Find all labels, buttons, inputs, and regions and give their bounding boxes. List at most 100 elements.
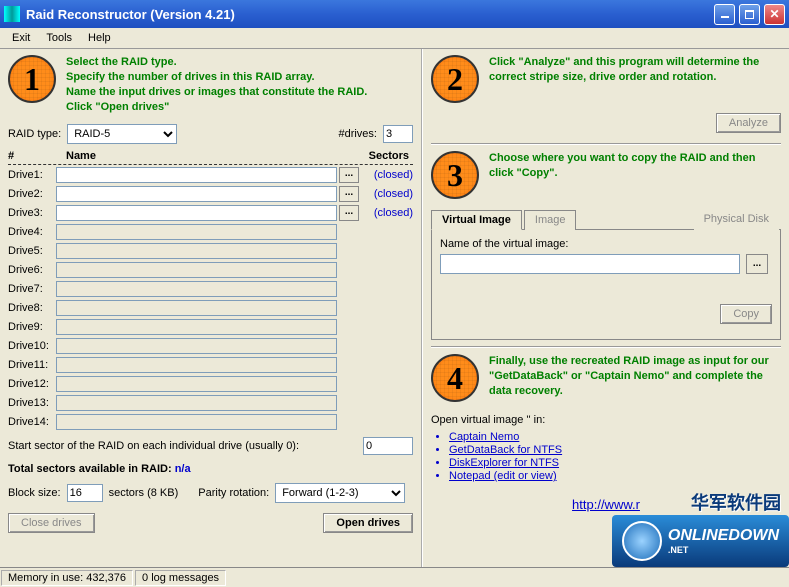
drive-label: Drive13: (8, 397, 54, 409)
drive-path-input (56, 262, 337, 278)
drive-row: Drive13:... (8, 393, 413, 412)
start-sector-label: Start sector of the RAID on each individ… (8, 440, 357, 452)
drive-row: Drive3:...(closed) (8, 203, 413, 222)
drive-label: Drive1: (8, 169, 54, 181)
step-1-icon: 1 (8, 55, 56, 103)
website-link[interactable]: http://www.r (572, 497, 640, 512)
drive-path-input (56, 376, 337, 392)
drive-label: Drive3: (8, 207, 54, 219)
drive-row: Drive9:... (8, 317, 413, 336)
step-4-icon: 4 (431, 354, 479, 402)
drive-path-input (56, 357, 337, 373)
drive-row: Drive8:... (8, 298, 413, 317)
window-title: Raid Reconstructor (Version 4.21) (26, 7, 714, 22)
block-size-input[interactable] (67, 484, 103, 502)
tab-image[interactable]: Image (524, 210, 577, 230)
block-size-suffix: sectors (8 KB) (109, 487, 179, 499)
drive-path-input (56, 281, 337, 297)
drive-label: Drive4: (8, 226, 54, 238)
link-getdataback[interactable]: GetDataBack for NTFS (449, 444, 562, 456)
app-icon (4, 6, 20, 22)
ndrives-label: #drives: (338, 128, 377, 140)
status-memory: Memory in use: 432,376 (1, 570, 133, 586)
drive-path-input[interactable] (56, 205, 337, 221)
step-3-text: Choose where you want to copy the RAID a… (489, 151, 781, 199)
drive-label: Drive7: (8, 283, 54, 295)
drive-path-input[interactable] (56, 167, 337, 183)
link-captain-nemo[interactable]: Captain Nemo (449, 431, 519, 443)
titlebar: Raid Reconstructor (Version 4.21) ✕ (0, 0, 789, 28)
drive-label: Drive5: (8, 245, 54, 257)
menubar: Exit Tools Help (0, 28, 789, 49)
drive-path-input (56, 224, 337, 240)
raid-type-label: RAID type: (8, 128, 61, 140)
drive-row: Drive1:...(closed) (8, 165, 413, 184)
drive-path-input[interactable] (56, 186, 337, 202)
drive-row: Drive4:... (8, 222, 413, 241)
menu-tools[interactable]: Tools (40, 30, 78, 46)
drive-path-input (56, 243, 337, 259)
step-4-text: Finally, use the recreated RAID image as… (489, 354, 781, 402)
drive-path-input (56, 300, 337, 316)
drive-row: Drive6:... (8, 260, 413, 279)
drive-browse-button[interactable]: ... (339, 205, 359, 221)
drive-list: Drive1:...(closed)Drive2:...(closed)Driv… (8, 165, 413, 431)
raid-type-select[interactable]: RAID-5 (67, 124, 177, 144)
menu-help[interactable]: Help (82, 30, 117, 46)
drive-browse-button[interactable]: ... (339, 167, 359, 183)
step-1-text: Select the RAID type. Specify the number… (66, 55, 367, 114)
drive-path-input (56, 338, 337, 354)
output-tabs: Virtual Image Image Physical Disk (431, 209, 781, 230)
drive-list-header: # Name Sectors (8, 148, 413, 165)
block-size-label: Block size: (8, 487, 61, 499)
drive-row: Drive5:... (8, 241, 413, 260)
step-2-icon: 2 (431, 55, 479, 103)
drive-label: Drive9: (8, 321, 54, 333)
open-drives-button[interactable]: Open drives (323, 513, 413, 533)
drive-row: Drive2:...(closed) (8, 184, 413, 203)
maximize-button[interactable] (739, 4, 760, 25)
drive-label: Drive12: (8, 378, 54, 390)
drive-label: Drive8: (8, 302, 54, 314)
drive-label: Drive11: (8, 359, 54, 371)
minimize-button[interactable] (714, 4, 735, 25)
drive-label: Drive14: (8, 416, 54, 428)
drive-path-input (56, 319, 337, 335)
total-sectors-value: n/a (175, 463, 191, 475)
link-notepad[interactable]: Notepad (edit or view) (449, 470, 557, 482)
menu-exit[interactable]: Exit (6, 30, 36, 46)
virtual-image-browse-button[interactable]: ... (746, 254, 768, 274)
analyze-button[interactable]: Analyze (716, 113, 781, 133)
step-3-icon: 3 (431, 151, 479, 199)
drive-status: (closed) (361, 207, 413, 219)
close-drives-button[interactable]: Close drives (8, 513, 95, 533)
drive-path-input (56, 414, 337, 430)
drive-browse-button[interactable]: ... (339, 186, 359, 202)
parity-select[interactable]: Forward (1-2-3) (275, 483, 405, 503)
parity-label: Parity rotation: (198, 487, 269, 499)
step-2-text: Click "Analyze" and this program will de… (489, 55, 781, 103)
virtual-image-label: Name of the virtual image: (440, 238, 772, 250)
tab-physical-disk[interactable]: Physical Disk (694, 210, 779, 230)
drive-row: Drive10:... (8, 336, 413, 355)
close-button[interactable]: ✕ (764, 4, 785, 25)
status-log: 0 log messages (135, 570, 226, 586)
virtual-image-input[interactable] (440, 254, 740, 274)
total-sectors-label: Total sectors available in RAID: (8, 463, 172, 475)
copy-button[interactable]: Copy (720, 304, 772, 324)
drive-row: Drive7:... (8, 279, 413, 298)
drive-status: (closed) (361, 169, 413, 181)
drive-row: Drive14:... (8, 412, 413, 431)
ndrives-input[interactable] (383, 125, 413, 143)
open-in-label: Open virtual image '' in: (431, 414, 781, 426)
drive-status: (closed) (361, 188, 413, 200)
statusbar: Memory in use: 432,376 0 log messages (0, 567, 789, 587)
start-sector-input[interactable] (363, 437, 413, 455)
drive-row: Drive12:... (8, 374, 413, 393)
drive-label: Drive6: (8, 264, 54, 276)
tab-virtual-image[interactable]: Virtual Image (431, 210, 522, 230)
link-diskexplorer[interactable]: DiskExplorer for NTFS (449, 457, 559, 469)
drive-row: Drive11:... (8, 355, 413, 374)
drive-label: Drive10: (8, 340, 54, 352)
drive-label: Drive2: (8, 188, 54, 200)
